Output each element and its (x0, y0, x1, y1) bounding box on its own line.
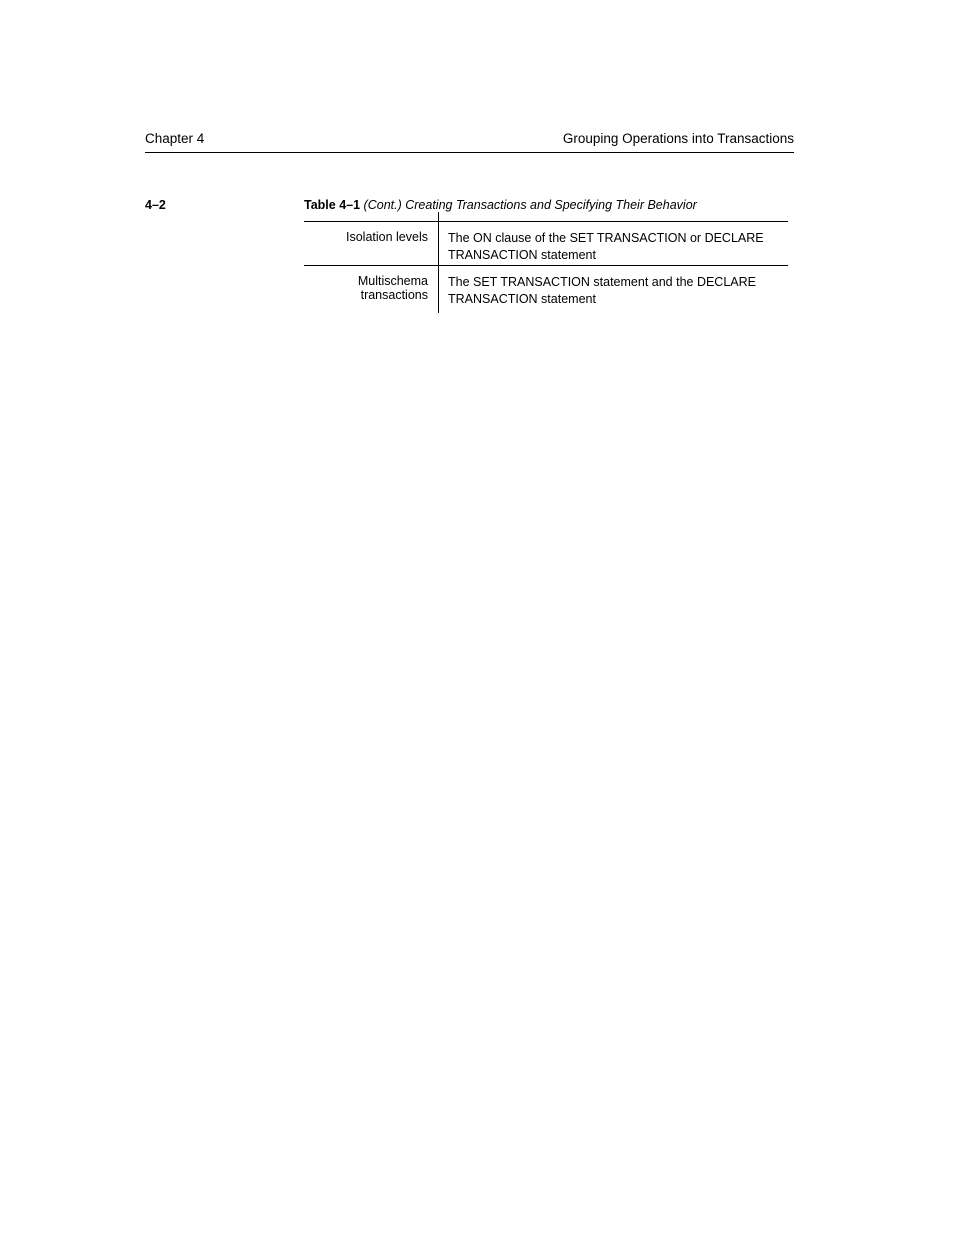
cell-reference: The ON clause of the SET TRANSACTION or … (438, 230, 788, 264)
table-body: Isolation levels The ON clause of the SE… (304, 221, 788, 313)
header-rule (145, 152, 794, 153)
table-row: Isolation levels The ON clause of the SE… (304, 230, 788, 264)
table-rule-top (304, 221, 788, 222)
cell-reference: The SET TRANSACTION statement and the DE… (438, 274, 788, 308)
page-number: 4–2 (145, 198, 166, 212)
chapter-bar: Chapter 4 Grouping Operations into Trans… (145, 131, 794, 146)
page-header: Chapter 4 Grouping Operations into Trans… (145, 131, 794, 153)
table-rule-mid (304, 265, 788, 266)
table-row: Multischema transactions The SET TRANSAC… (304, 274, 788, 308)
table-number: Table 4–1 (304, 198, 360, 212)
cell-topic: Isolation levels (304, 230, 438, 264)
chapter-label: Chapter 4 (145, 131, 204, 146)
chapter-title: Grouping Operations into Transactions (563, 131, 794, 146)
table-continuation: Table 4–1 (Cont.) Creating Transactions … (304, 198, 788, 313)
table-caption: (Cont.) Creating Transactions and Specif… (364, 198, 697, 212)
cell-topic: Multischema transactions (304, 274, 438, 308)
table-title: Table 4–1 (Cont.) Creating Transactions … (304, 198, 788, 212)
